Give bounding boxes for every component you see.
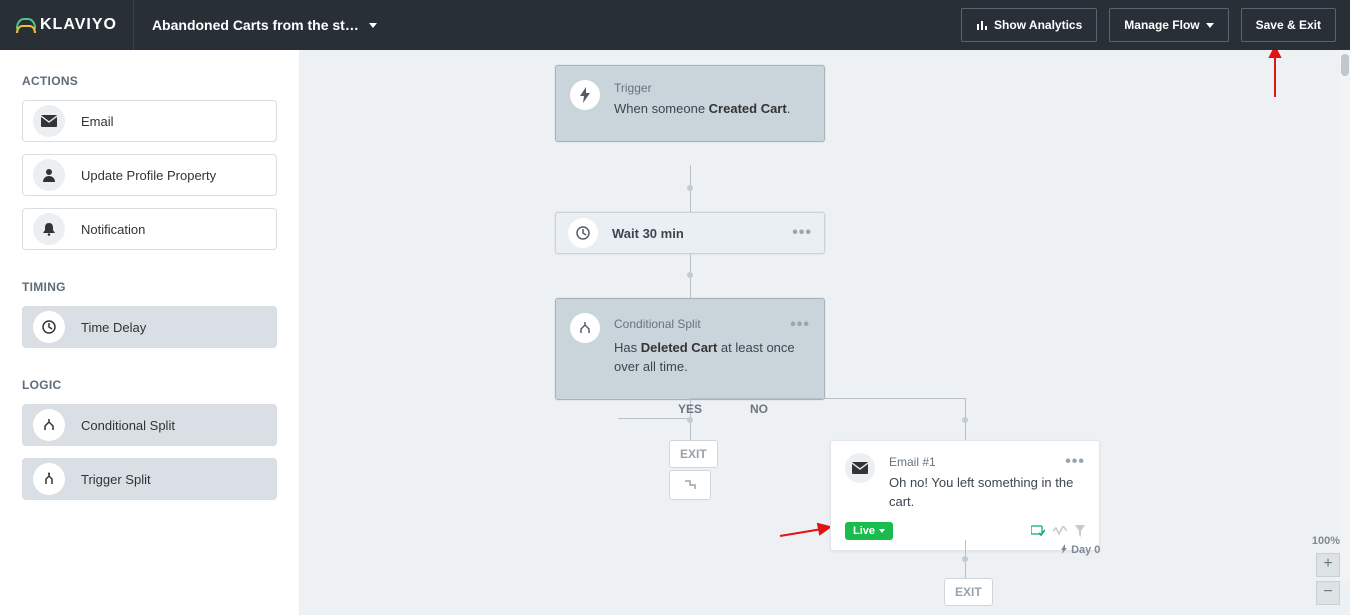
klaviyo-logo-icon bbox=[16, 18, 36, 32]
mail-icon bbox=[33, 105, 65, 137]
actions-heading: ACTIONS bbox=[22, 74, 277, 88]
trigger-text: Trigger When someone Created Cart. bbox=[614, 80, 790, 119]
flow-title-text: Abandoned Carts from the st… bbox=[152, 17, 359, 33]
exit-yes[interactable]: EXIT bbox=[669, 440, 718, 468]
trigger-event: Created Cart bbox=[709, 101, 787, 116]
header-actions: Show Analytics Manage Flow Save & Exit bbox=[961, 8, 1350, 42]
status-live-text: Live bbox=[853, 525, 875, 537]
manage-flow-label: Manage Flow bbox=[1124, 18, 1199, 32]
palette-email-label: Email bbox=[81, 114, 114, 129]
email-subject: Oh no! You left something in the cart. bbox=[889, 474, 1085, 512]
logic-heading: LOGIC bbox=[22, 378, 277, 392]
scrollbar-thumb[interactable] bbox=[1341, 54, 1349, 76]
manage-flow-button[interactable]: Manage Flow bbox=[1109, 8, 1228, 42]
trigger-post: . bbox=[787, 101, 791, 116]
wait-node[interactable]: Wait 30 min ••• bbox=[555, 212, 825, 254]
palette-time-delay-label: Time Delay bbox=[81, 320, 146, 335]
show-analytics-label: Show Analytics bbox=[994, 18, 1082, 32]
trigger-split-icon bbox=[33, 463, 65, 495]
mail-icon bbox=[845, 453, 875, 483]
step-icon bbox=[683, 478, 697, 492]
cond-pre: Has bbox=[614, 340, 641, 355]
palette-time-delay[interactable]: Time Delay bbox=[22, 306, 277, 348]
timing-heading: TIMING bbox=[22, 280, 277, 294]
yes-label: YES bbox=[678, 402, 702, 416]
conditional-split-node[interactable]: Conditional Split ••• Has Deleted Cart a… bbox=[555, 298, 825, 400]
palette-update-profile-label: Update Profile Property bbox=[81, 168, 216, 183]
status-live-dropdown[interactable]: Live bbox=[845, 522, 893, 540]
exit-no[interactable]: EXIT bbox=[944, 578, 993, 606]
bar-chart-icon bbox=[976, 19, 988, 31]
caret-down-icon bbox=[879, 529, 885, 533]
cond-text: Conditional Split ••• Has Deleted Cart a… bbox=[614, 313, 810, 377]
palette-conditional-split[interactable]: Conditional Split bbox=[22, 404, 277, 446]
email-label: Email #1 bbox=[889, 455, 936, 469]
annotation-arrow-live bbox=[778, 522, 830, 542]
zoom-percentage: 100% bbox=[1312, 535, 1340, 547]
connector-line bbox=[690, 398, 965, 399]
palette-notification-label: Notification bbox=[81, 222, 145, 237]
flow-canvas[interactable]: Trigger When someone Created Cart. Wait … bbox=[300, 50, 1350, 615]
save-exit-label: Save & Exit bbox=[1256, 18, 1321, 32]
email-actions-menu[interactable]: ••• bbox=[1065, 453, 1085, 471]
flow-title-dropdown[interactable]: Abandoned Carts from the st… bbox=[134, 17, 395, 33]
connector-dot bbox=[687, 185, 693, 191]
palette-notification[interactable]: Notification bbox=[22, 208, 277, 250]
activity-icon bbox=[1053, 526, 1067, 536]
cond-actions-menu[interactable]: ••• bbox=[790, 313, 810, 336]
palette-update-profile[interactable]: Update Profile Property bbox=[22, 154, 277, 196]
clock-icon bbox=[568, 218, 598, 248]
save-exit-button[interactable]: Save & Exit bbox=[1241, 8, 1336, 42]
palette-email[interactable]: Email bbox=[22, 100, 277, 142]
trigger-node[interactable]: Trigger When someone Created Cart. bbox=[555, 65, 825, 142]
app-header: KLAVIYO Abandoned Carts from the st… Sho… bbox=[0, 0, 1350, 50]
palette-conditional-split-label: Conditional Split bbox=[81, 418, 175, 433]
connector-line bbox=[618, 418, 690, 419]
clock-icon bbox=[33, 311, 65, 343]
canvas-scrollbar[interactable] bbox=[1340, 50, 1350, 579]
mail-check-icon bbox=[1031, 525, 1045, 537]
yes-placeholder-icon[interactable] bbox=[669, 470, 711, 500]
caret-down-icon bbox=[1206, 23, 1214, 28]
day-tag: Day 0 bbox=[1060, 544, 1100, 556]
email-mini-icons bbox=[1031, 525, 1085, 537]
connector-dot bbox=[962, 556, 968, 562]
zoom-in-button[interactable]: + bbox=[1316, 553, 1340, 577]
person-icon bbox=[33, 159, 65, 191]
cond-label: Conditional Split bbox=[614, 316, 701, 333]
split-icon bbox=[570, 313, 600, 343]
left-palette: ACTIONS Email Update Profile Property No… bbox=[0, 50, 300, 615]
brand-logo[interactable]: KLAVIYO bbox=[0, 0, 134, 50]
brand-name: KLAVIYO bbox=[40, 16, 117, 34]
trigger-label: Trigger bbox=[614, 80, 790, 97]
caret-down-icon bbox=[369, 23, 377, 28]
wait-label: Wait 30 min bbox=[612, 226, 684, 241]
trigger-pre: When someone bbox=[614, 101, 709, 116]
connector-dot bbox=[687, 417, 693, 423]
bolt-icon bbox=[570, 80, 600, 110]
bell-icon bbox=[33, 213, 65, 245]
split-icon bbox=[33, 409, 65, 441]
no-label: NO bbox=[750, 402, 768, 416]
palette-trigger-split[interactable]: Trigger Split bbox=[22, 458, 277, 500]
email-node[interactable]: Email #1 ••• Oh no! You left something i… bbox=[830, 440, 1100, 551]
connector-dot bbox=[962, 417, 968, 423]
wait-actions-menu[interactable]: ••• bbox=[792, 224, 812, 242]
zoom-controls: 100% + − bbox=[1312, 535, 1340, 605]
cond-event: Deleted Cart bbox=[641, 340, 718, 355]
palette-trigger-split-label: Trigger Split bbox=[81, 472, 151, 487]
zoom-out-button[interactable]: − bbox=[1316, 581, 1340, 605]
connector-dot bbox=[687, 272, 693, 278]
show-analytics-button[interactable]: Show Analytics bbox=[961, 8, 1097, 42]
bolt-icon bbox=[1060, 544, 1068, 554]
annotation-arrow-save bbox=[1265, 47, 1285, 99]
filter-icon bbox=[1075, 525, 1085, 537]
